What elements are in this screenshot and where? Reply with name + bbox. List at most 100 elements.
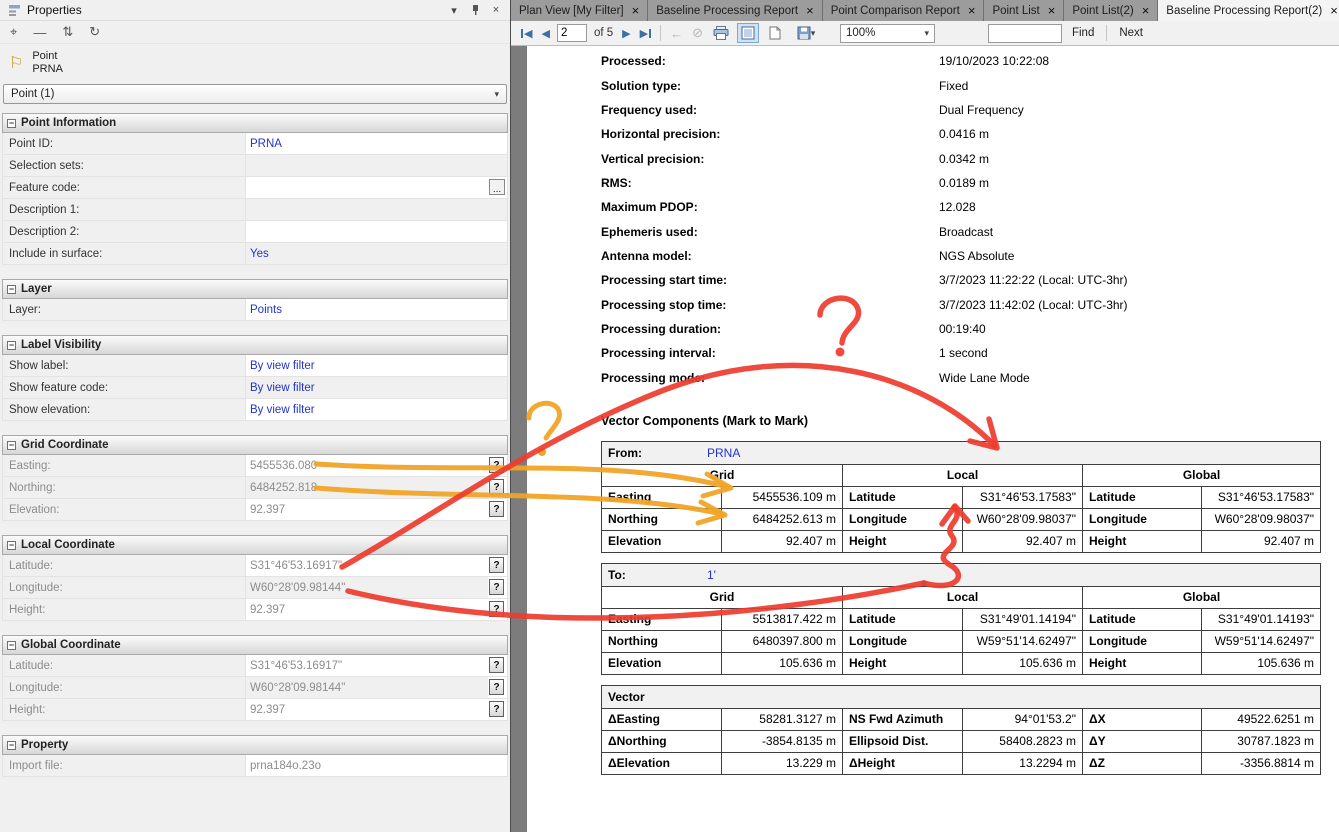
property-value-point-id[interactable]: PRNA (246, 133, 507, 154)
select-mode-icon[interactable]: ⌖ (10, 24, 17, 40)
first-page-button[interactable]: ◀ (519, 27, 534, 40)
cell-value: 6480397.800 m (722, 630, 843, 652)
help-button[interactable]: ? (489, 579, 504, 595)
ellipsis-button[interactable]: ... (489, 179, 505, 195)
property-label: Elevation: (3, 499, 246, 520)
cell-label: Longitude (843, 630, 963, 652)
property-value-feature-code[interactable] (246, 177, 488, 198)
report-field-horizontal-precision: Horizontal precision:0.0416 m (601, 122, 1339, 146)
tab-baseline-processing-report[interactable]: Baseline Processing Report× (648, 0, 823, 21)
cell-label: Latitude (843, 486, 963, 508)
help-button[interactable]: ? (489, 457, 504, 473)
sort-icon[interactable]: ⇅ (62, 24, 73, 40)
property-value-description-2[interactable] (246, 221, 507, 242)
property-value-layer[interactable]: Points (246, 299, 507, 320)
previous-page-button[interactable]: ◀ (539, 27, 551, 40)
section-header-global-coordinate[interactable]: −Global Coordinate (2, 635, 508, 655)
close-icon[interactable]: × (632, 4, 640, 17)
section-header-local-coordinate[interactable]: −Local Coordinate (2, 535, 508, 555)
minimize-icon[interactable]: — (33, 25, 46, 40)
tab-point-list[interactable]: Point List× (984, 0, 1064, 21)
close-icon[interactable]: × (1142, 4, 1150, 17)
next-result-button[interactable]: Next (1114, 27, 1148, 39)
property-label: Layer: (3, 299, 246, 320)
next-page-button[interactable]: ▶ (620, 27, 632, 40)
property-value-height[interactable]: 92.397 (246, 699, 488, 720)
property-value-elevation[interactable]: 92.397 (246, 499, 488, 520)
field-label: Ephemeris used: (601, 225, 939, 239)
cell-value: 58281.3127 m (722, 708, 843, 730)
section-header-layer[interactable]: −Layer (2, 279, 508, 299)
close-icon[interactable]: × (968, 4, 976, 17)
tab-point-list-2[interactable]: Point List(2)× (1064, 0, 1158, 21)
property-value-import-file[interactable]: prna184o.23o (246, 755, 507, 776)
cell-label: Ellipsoid Dist. (843, 730, 963, 752)
help-button[interactable]: ? (489, 479, 504, 495)
cell-label: NS Fwd Azimuth (843, 708, 963, 730)
close-icon[interactable]: × (1048, 4, 1056, 17)
page-number-input[interactable] (557, 24, 587, 42)
property-label: Selection sets: (3, 155, 246, 176)
section-title: Global Coordinate (21, 639, 121, 651)
collapse-icon: − (7, 541, 16, 550)
section-property: −PropertyImport file:prna184o.23o (2, 735, 508, 777)
zoom-select[interactable]: 100% ▾ (840, 24, 935, 43)
section-header-property[interactable]: −Property (2, 735, 508, 755)
cell-label: ΔX (1083, 708, 1202, 730)
chevron-down-icon: ▾ (494, 89, 499, 100)
world-refresh-icon[interactable]: ↻ (89, 24, 100, 40)
property-value-description-1[interactable] (246, 199, 507, 220)
section-header-point-information[interactable]: −Point Information (2, 113, 508, 133)
properties-toolbar: ⌖ — ⇅ ↻ (0, 21, 510, 44)
object-name-label: PRNA (32, 63, 63, 76)
property-value-northing[interactable]: 6484252.818 (246, 477, 488, 498)
print-layout-toggle[interactable] (737, 23, 759, 43)
column-group-local: Local (843, 464, 1083, 486)
last-page-button[interactable]: ▶ (638, 27, 653, 40)
property-value-latitude[interactable]: S31°46'53.16917" (246, 655, 488, 676)
help-button[interactable]: ? (489, 657, 504, 673)
back-button[interactable]: ← (668, 26, 685, 41)
object-selector-label: Point (1) (11, 88, 54, 100)
section-header-label-visibility[interactable]: −Label Visibility (2, 335, 508, 355)
find-input[interactable] (988, 24, 1062, 43)
table-caption-wrap: From:PRNA (608, 446, 1314, 460)
page-setup-button[interactable] (764, 23, 786, 43)
object-selector-dropdown[interactable]: Point (1) ▾ (3, 84, 507, 104)
tab-plan-view-my-filter[interactable]: Plan View [My Filter]× (511, 0, 648, 21)
field-value: 19/10/2023 10:22:08 (939, 54, 1049, 68)
cancel-button[interactable]: ⊘ (690, 25, 705, 41)
property-value-latitude[interactable]: S31°46'53.16917" (246, 555, 488, 576)
report-field-frequency-used: Frequency used:Dual Frequency (601, 98, 1339, 122)
property-value-show-label[interactable]: By view filter (246, 355, 507, 376)
help-button[interactable]: ? (489, 557, 504, 573)
tab-baseline-processing-report-2[interactable]: Baseline Processing Report(2)× (1158, 0, 1339, 21)
pin-icon[interactable] (467, 4, 483, 16)
export-save-button[interactable]: ▾ (791, 23, 821, 43)
property-value-easting[interactable]: 5455536.080 (246, 455, 488, 476)
chevron-down-icon[interactable]: ▾ (446, 4, 462, 17)
close-icon[interactable]: × (1330, 4, 1338, 17)
find-button[interactable]: Find (1067, 27, 1099, 39)
help-button[interactable]: ? (489, 701, 504, 717)
close-icon[interactable]: × (488, 4, 504, 16)
help-button[interactable]: ? (489, 601, 504, 617)
property-label: Latitude: (3, 655, 246, 676)
report-field-processing-duration: Processing duration:00:19:40 (601, 317, 1339, 341)
property-value-include-in-surface[interactable]: Yes (246, 243, 507, 264)
close-icon[interactable]: × (806, 4, 814, 17)
property-value-show-elevation[interactable]: By view filter (246, 399, 507, 420)
property-value-longitude[interactable]: W60°28'09.98144" (246, 677, 488, 698)
help-button[interactable]: ? (489, 679, 504, 695)
property-value-selection-sets[interactable] (246, 155, 507, 176)
section-header-grid-coordinate[interactable]: −Grid Coordinate (2, 435, 508, 455)
tab-point-comparison-report[interactable]: Point Comparison Report× (823, 0, 985, 21)
property-value-show-feature-code[interactable]: By view filter (246, 377, 507, 398)
print-button[interactable] (710, 23, 732, 43)
field-value: Fixed (939, 79, 968, 93)
property-value-height[interactable]: 92.397 (246, 599, 488, 620)
help-button[interactable]: ? (489, 501, 504, 517)
collapse-icon: − (7, 741, 16, 750)
property-value-longitude[interactable]: W60°28'09.98144" (246, 577, 488, 598)
report-viewer-toolbar: ◀ ◀ of 5 ▶ ▶ ← ⊘ ▾ 100% ▾ (511, 21, 1339, 46)
